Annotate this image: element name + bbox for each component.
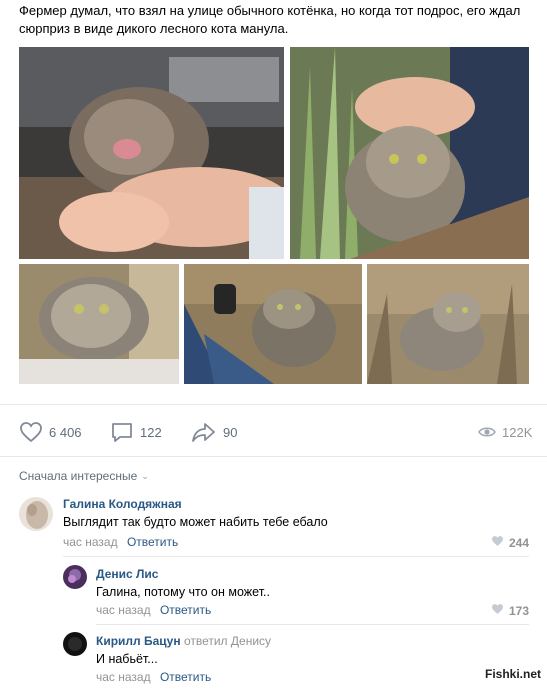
reply-button[interactable]: Ответить [160,603,211,617]
avatar[interactable] [19,497,53,531]
comment-divider [63,556,529,557]
reply-button[interactable]: Ответить [160,670,211,684]
comment-like-button[interactable]: 173 [491,603,529,618]
reply-button[interactable]: Ответить [127,535,178,549]
comment-author[interactable]: Галина Колодяжная [63,497,182,511]
comment-like-count: 244 [508,535,529,550]
comment-count: 122 [140,424,162,440]
comment-reply-to[interactable]: ответил Денису [184,634,271,648]
comments-sort-dropdown[interactable]: Сначала интересные ⌄ [19,469,149,483]
comment-text: Выглядит так будто может набить тебе еба… [63,515,328,529]
comments-sort-label: Сначала интересные [19,469,138,483]
comment-time: час назад [96,670,151,684]
comment-author[interactable]: Денис Лис [96,567,158,581]
comment-button[interactable]: 122 [110,412,162,452]
share-count: 90 [223,424,238,440]
heart-icon [491,603,509,618]
photo-kitten-in-hands[interactable] [19,47,284,259]
eye-icon [478,425,496,439]
comment-meta: час назад Ответить [63,535,178,549]
share-icon [191,421,217,443]
comment-meta: час назад Ответить [96,670,211,684]
photo-manul-in-field[interactable] [367,264,529,384]
comment-time: час назад [63,535,118,549]
comment-text: Галина, потому что он может.. [96,585,270,599]
divider-top-actions [0,404,547,405]
share-button[interactable]: 90 [191,412,237,452]
comment-time: час назад [96,603,151,617]
watermark-logo: Fishki.net [484,667,541,681]
avatar[interactable] [63,565,87,589]
divider-bottom-actions [0,456,547,457]
heart-icon [19,421,43,443]
comment-text: И набьёт... [96,652,158,666]
comment-author[interactable]: Кирилл Бацун ответил Денису [96,634,271,648]
comment-like-count: 173 [508,603,529,618]
post-actions: 6 406 122 90 122K [0,412,547,452]
comment-like-button[interactable]: 244 [491,535,529,550]
like-count: 6 406 [49,424,82,440]
comment-icon [110,421,134,443]
comment-meta: час назад Ответить [96,603,211,617]
photo-kitten-in-grass[interactable] [290,47,529,259]
photo-manul-with-person[interactable] [184,264,362,384]
post-text: Фермер думал, что взял на улице обычного… [19,3,521,36]
photo-manul-closeup[interactable] [19,264,179,384]
like-button[interactable]: 6 406 [19,412,82,452]
views-count: 122K [502,424,533,440]
heart-icon [491,535,509,550]
avatar[interactable] [63,632,87,656]
comment-author-name[interactable]: Кирилл Бацун [96,634,181,648]
chevron-down-icon: ⌄ [141,470,149,481]
views-counter: 122K [478,412,532,452]
comment-divider [96,624,529,625]
